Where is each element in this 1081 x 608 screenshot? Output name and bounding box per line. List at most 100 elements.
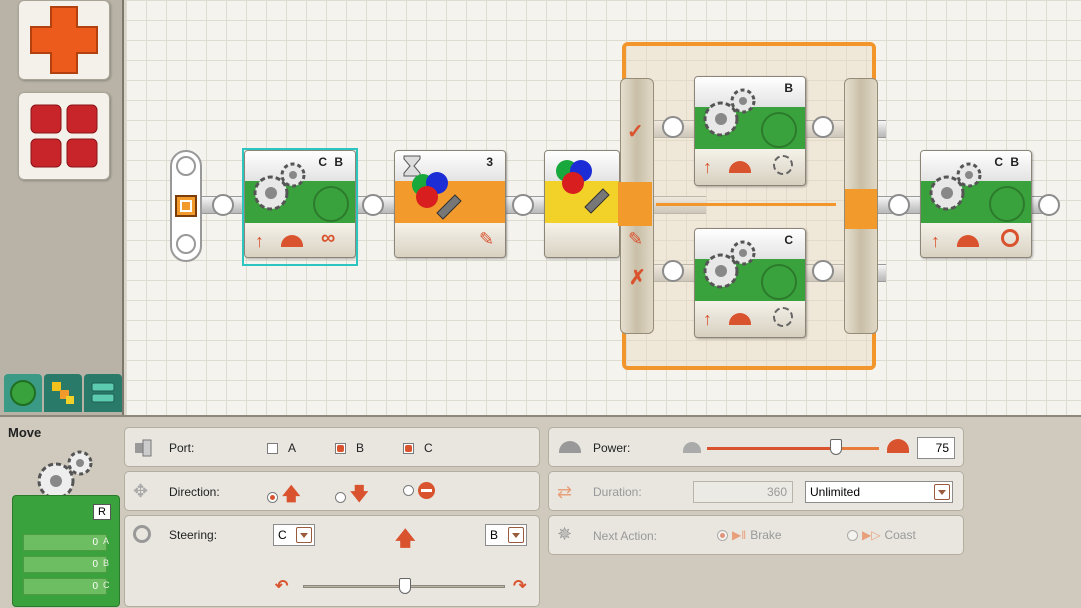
port-a-checkbox[interactable]: A: [267, 441, 296, 455]
radio[interactable]: [403, 485, 414, 496]
direction-stop-radio[interactable]: [403, 482, 435, 499]
direction-up-icon: ↑: [703, 157, 712, 177]
power-input[interactable]: 75: [917, 437, 955, 459]
tab-common-palette[interactable]: [4, 374, 42, 412]
checkbox[interactable]: [335, 442, 346, 454]
port-icon: [135, 439, 152, 457]
gears-icon: [929, 162, 982, 211]
sequence-connector[interactable]: [362, 194, 384, 216]
arrow-down-icon: 🡇: [350, 484, 369, 504]
rotation-readout-b: 0: [23, 556, 107, 573]
color-sensor-icon: [556, 160, 610, 214]
duration-icon: ⇄: [557, 482, 573, 502]
color-sensor-icon: [412, 172, 462, 220]
duration-unit-select[interactable]: Unlimited: [805, 481, 953, 503]
direction-up-icon: ↑: [931, 231, 940, 251]
switch-sensor-block[interactable]: [544, 150, 620, 258]
direction-icon: ✥: [133, 481, 149, 501]
power-slider-thumb[interactable]: [830, 439, 842, 455]
program-canvas[interactable]: C B ↑ ∞ 3 ✎ 3: [126, 0, 1081, 415]
move-block-2[interactable]: C B ↑: [920, 150, 1032, 258]
steering-panel: Steering: C 🡅 B ↶ ↷: [124, 515, 540, 607]
direction-label: Direction:: [169, 485, 220, 499]
wait-sound-block[interactable]: 3 ✎: [394, 150, 506, 258]
direction-forward-radio[interactable]: 🡅: [267, 482, 301, 512]
power-low-icon: [683, 442, 701, 453]
power-high-icon: [887, 439, 909, 453]
next-action-label: Next Action:: [593, 529, 658, 543]
custom-blocks-icon: [91, 382, 115, 403]
selected-value: C: [278, 528, 287, 542]
power-label: Power:: [593, 441, 631, 455]
arrow-up-icon: 🡅: [395, 528, 416, 550]
rotation-readout-c: 0: [23, 578, 107, 595]
port-c-checkbox[interactable]: C: [403, 441, 433, 455]
brake-radio[interactable]: ▶‖ Brake: [717, 528, 782, 542]
switch-rail-right: [844, 78, 878, 334]
check-icon: ✓: [627, 121, 644, 143]
chevron-down-icon[interactable]: [508, 527, 524, 543]
power-panel: Power: 75: [548, 427, 964, 467]
port-label: Port:: [169, 441, 195, 455]
checkbox[interactable]: [403, 442, 414, 454]
turn-left-icon: ↶: [275, 578, 289, 595]
palette-tile-common[interactable]: [18, 0, 110, 80]
steering-slider-track[interactable]: [303, 578, 505, 594]
gears-icon: [703, 88, 756, 137]
power-slider-track[interactable]: [707, 439, 879, 455]
plus-icon: [30, 6, 98, 74]
palette-tile-complete[interactable]: [18, 92, 110, 180]
steering-label: Steering:: [169, 528, 218, 542]
steering-slider-thumb[interactable]: [399, 578, 411, 594]
direction-backward-radio[interactable]: 🡇: [335, 482, 369, 512]
rotations-icon: [773, 307, 793, 327]
coast-radio[interactable]: ▶▷ Coast: [847, 528, 916, 542]
switch-divider: [656, 203, 836, 206]
radio[interactable]: [847, 529, 858, 541]
reset-button[interactable]: R: [93, 504, 111, 520]
next-action-icon: ✵: [557, 524, 573, 544]
port-letter: B: [103, 558, 110, 568]
cross-icon: ✗: [629, 267, 646, 289]
radio[interactable]: [267, 491, 278, 503]
sequence-connector[interactable]: [888, 194, 910, 216]
config-panel: Move R 0 A 0 B 0 C Port: A B C ✥ Directi…: [0, 415, 1081, 608]
sequence-connector[interactable]: [662, 116, 684, 138]
block-name: Move: [8, 425, 42, 440]
steering-right-port-select[interactable]: B: [485, 524, 527, 546]
duration-input[interactable]: 360: [693, 481, 793, 503]
move-block-b[interactable]: B ↑: [694, 76, 806, 186]
sequence-connector[interactable]: [812, 260, 834, 282]
sequence-connector-end[interactable]: [1038, 194, 1060, 216]
steering-left-port-select[interactable]: C: [273, 524, 315, 546]
radio[interactable]: [335, 491, 346, 503]
port-letter: A: [103, 536, 110, 546]
chevron-down-icon[interactable]: [934, 484, 950, 500]
move-block-c[interactable]: C ↑: [694, 228, 806, 338]
coast-icon: ▶▷: [862, 528, 881, 542]
switch-input-plug: [618, 182, 652, 226]
sequence-connector[interactable]: [512, 194, 534, 216]
brake-rotation-icon: [1001, 229, 1019, 247]
port-b-label: B: [356, 441, 365, 455]
checkbox[interactable]: [267, 442, 278, 454]
selected-value: Unlimited: [810, 485, 861, 499]
start-icon: [175, 195, 197, 217]
start-point: [170, 150, 202, 262]
block-ports: 3: [486, 155, 495, 169]
sequence-connector[interactable]: [662, 260, 684, 282]
tab-complete-palette[interactable]: [44, 374, 82, 412]
sequence-connector[interactable]: [812, 116, 834, 138]
port-b-checkbox[interactable]: B: [335, 441, 364, 455]
duration-label: Duration:: [593, 485, 642, 499]
sequence-connector[interactable]: [212, 194, 234, 216]
grid-icon: [30, 104, 98, 168]
block-palette: [0, 0, 124, 415]
stop-icon: [418, 482, 435, 499]
next-action-panel: ✵ Next Action: ▶‖ Brake ▶▷ Coast: [548, 515, 964, 555]
chevron-down-icon[interactable]: [296, 527, 312, 543]
selection-highlight: [242, 148, 358, 266]
port-a-label: A: [288, 441, 297, 455]
tab-custom-palette[interactable]: [84, 374, 122, 412]
radio[interactable]: [717, 529, 728, 541]
